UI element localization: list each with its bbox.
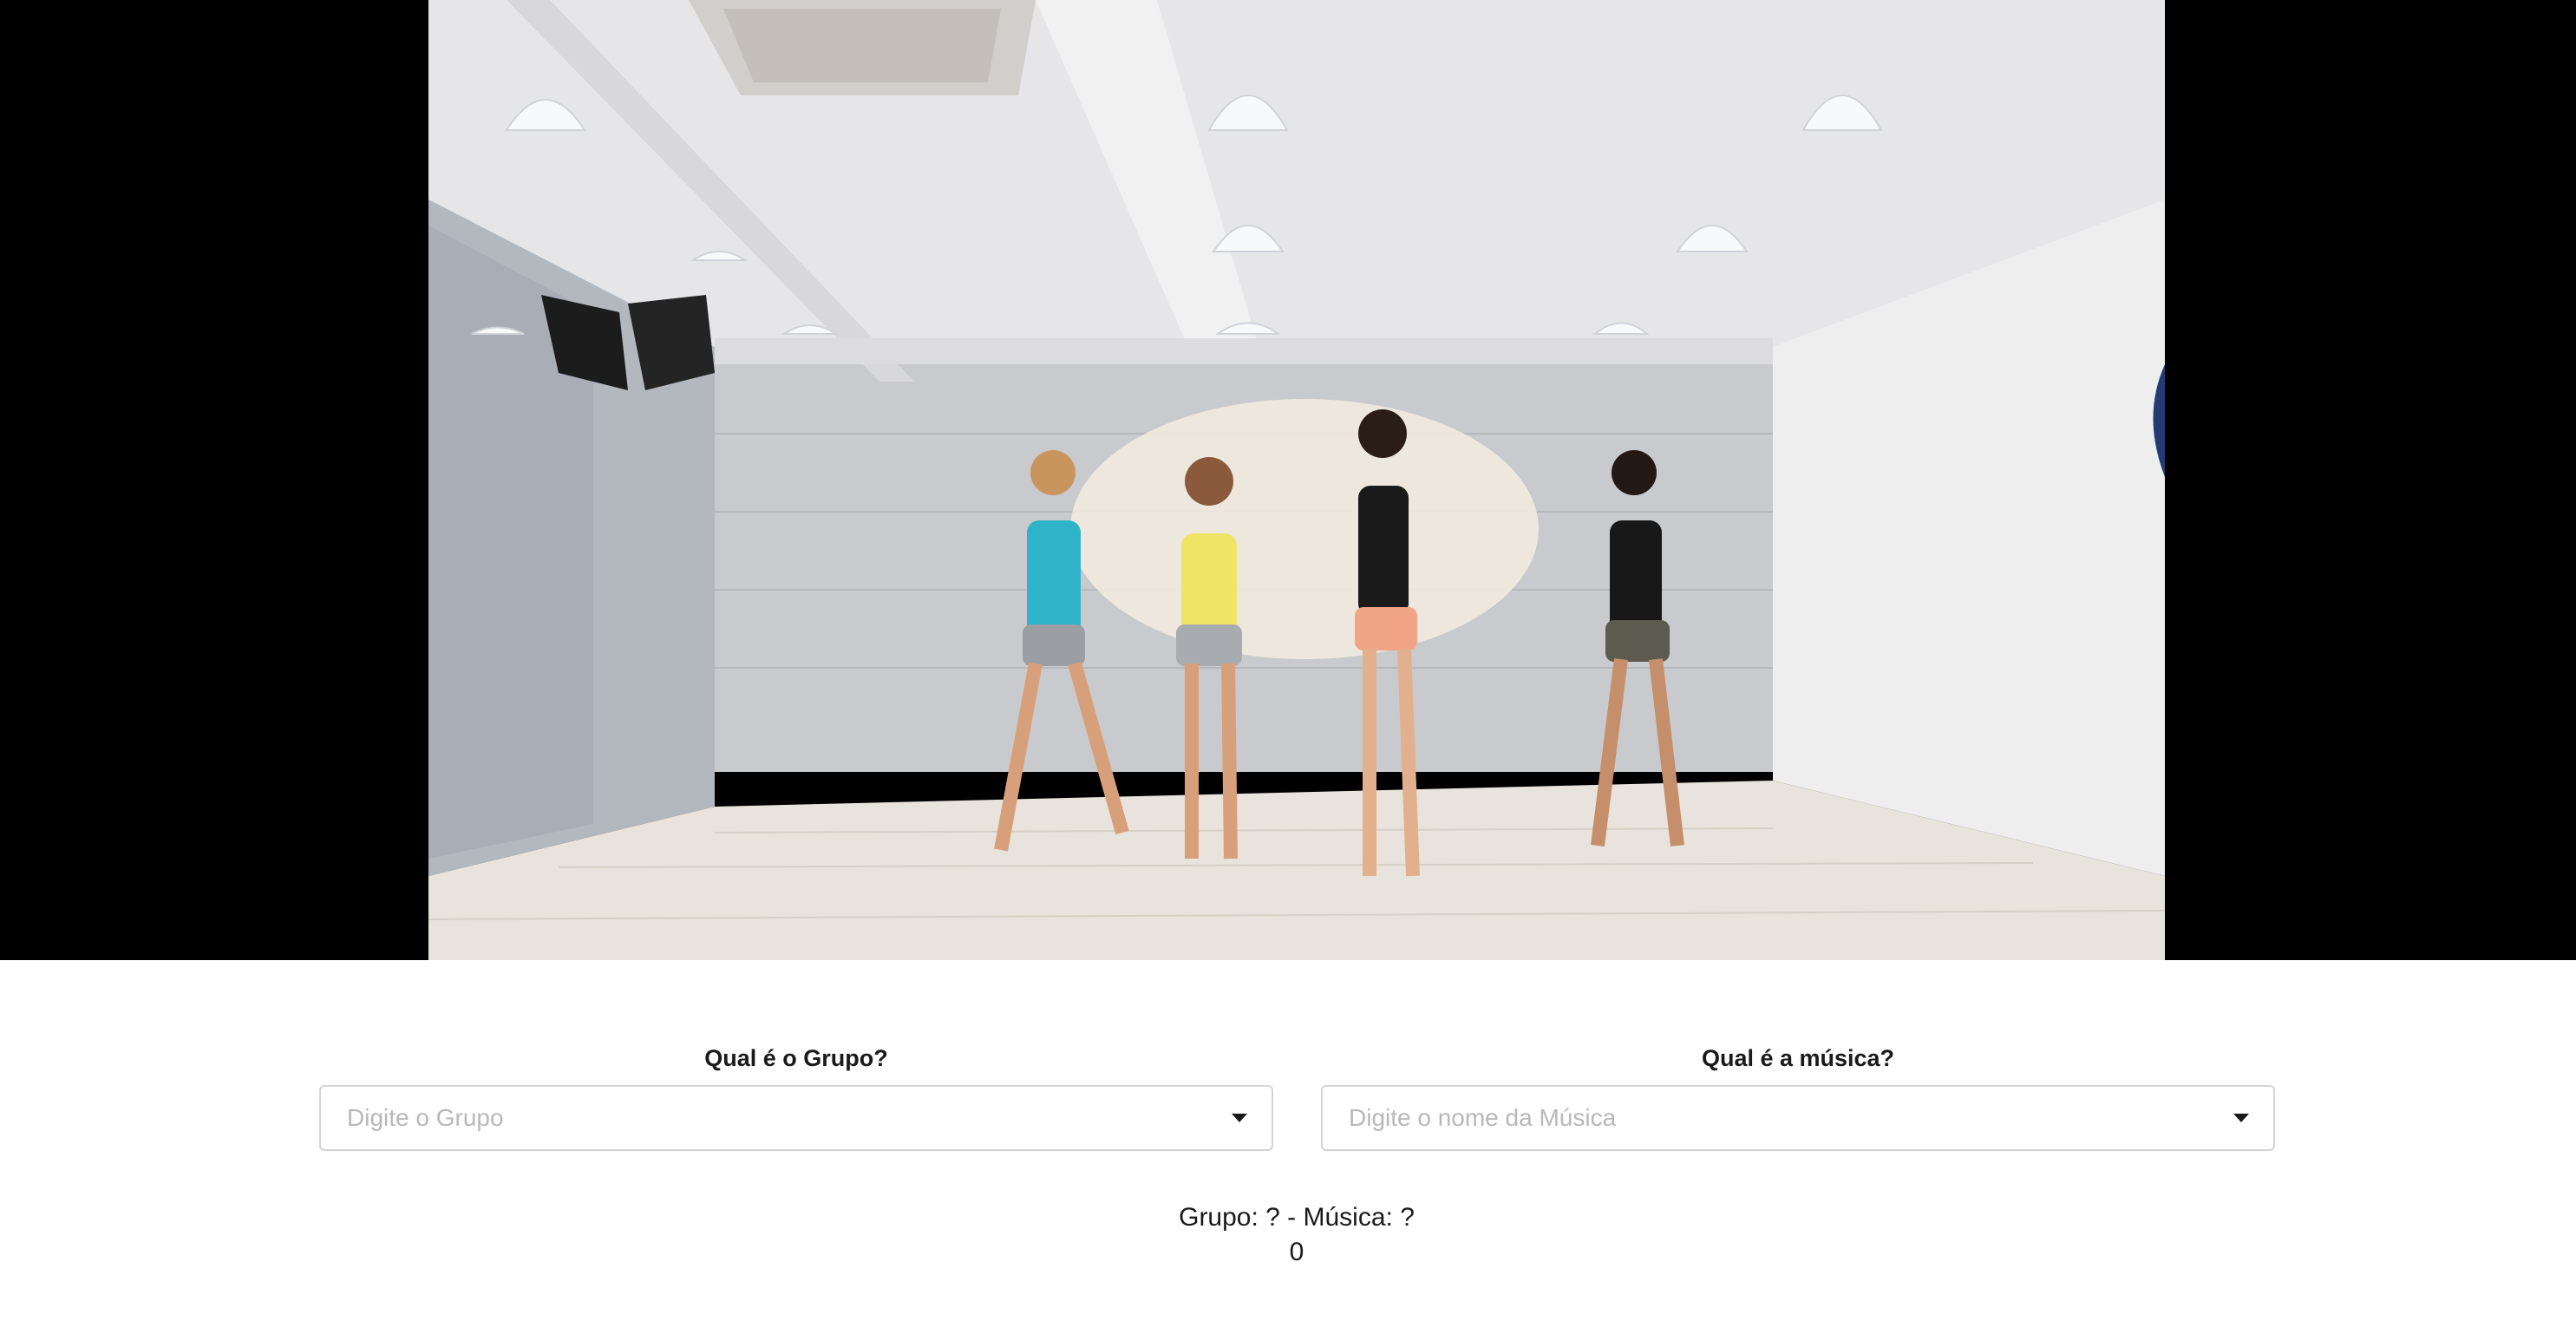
group-select[interactable] xyxy=(319,1085,1273,1151)
video-frame[interactable] xyxy=(428,0,2165,960)
quiz-panel: Qual é o Grupo? Qual é a música? Grupo: … xyxy=(0,960,2576,1327)
song-field: Qual é a música? xyxy=(1321,1043,2275,1151)
group-field: Qual é o Grupo? xyxy=(319,1043,1273,1151)
group-label: Qual é o Grupo? xyxy=(704,1045,888,1071)
dropdown-caret-icon[interactable] xyxy=(1232,1114,1247,1122)
video-player[interactable] xyxy=(0,0,2576,960)
song-label: Qual é a música? xyxy=(1701,1045,1895,1071)
video-still-image xyxy=(428,0,2165,960)
song-select[interactable] xyxy=(1321,1085,2275,1151)
answer-status: Grupo: ? - Música: ? xyxy=(1179,1203,1415,1232)
score-counter: 0 xyxy=(1289,1238,1304,1266)
group-input[interactable] xyxy=(321,1087,1188,1149)
dropdown-caret-icon[interactable] xyxy=(2233,1114,2249,1122)
song-input[interactable] xyxy=(1323,1087,2190,1149)
